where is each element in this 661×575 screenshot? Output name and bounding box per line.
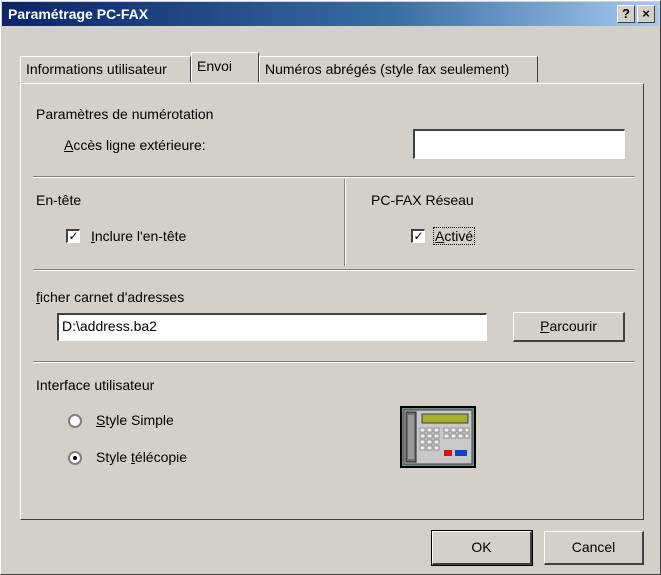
- style-fax-radio[interactable]: [68, 451, 82, 465]
- style-simple-label-text: tyle Simple: [105, 412, 174, 428]
- tab-user-info[interactable]: Informations utilisateur: [20, 56, 191, 82]
- tab-send[interactable]: Envoi: [191, 52, 259, 82]
- divider: [33, 361, 635, 363]
- network-active-checkbox[interactable]: ✓: [411, 229, 425, 243]
- style-simple-mnemonic: S: [96, 412, 106, 428]
- vertical-divider: [344, 179, 346, 266]
- browse-label-text: arcourir: [549, 318, 597, 334]
- radio-selected-dot: [73, 456, 77, 460]
- window-title: Paramétrage PC-FAX: [8, 6, 149, 22]
- network-section-label: PC-FAX Réseau: [371, 192, 474, 208]
- include-header-checkbox[interactable]: ✓: [66, 229, 80, 243]
- tab-speed-dial[interactable]: Numéros abrégés (style fax seulement): [259, 56, 538, 82]
- style-fax-label-text: élécopie: [134, 449, 188, 465]
- tab-panel-send: Paramètres de numérotation Accès ligne e…: [20, 83, 644, 520]
- checkmark-icon: ✓: [68, 229, 79, 243]
- divider: [33, 269, 635, 271]
- checkmark-icon: ✓: [413, 229, 424, 243]
- addressbook-label: ficher carnet d'adresses: [36, 289, 184, 305]
- addressbook-label-text: icher carnet d'adresses: [39, 289, 185, 305]
- style-fax-prefix: Style: [96, 449, 132, 465]
- cancel-button[interactable]: Cancel: [544, 531, 644, 565]
- include-header-label-text: nclure l'en-tête: [94, 228, 187, 244]
- ok-button[interactable]: OK: [431, 530, 533, 566]
- addressbook-file-input[interactable]: D:\address.ba2: [57, 313, 487, 341]
- dialing-section-label: Paramètres de numérotation: [36, 106, 214, 122]
- include-header-label: Inclure l'en-tête: [91, 228, 186, 244]
- tab-user-info-label: Informations utilisateur: [26, 61, 167, 77]
- tab-speed-dial-label: Numéros abrégés (style fax seulement): [265, 61, 510, 77]
- ui-section-label: Interface utilisateur: [36, 377, 155, 393]
- network-active-mnemonic: A: [435, 228, 445, 244]
- outside-line-mnemonic: A: [64, 137, 74, 153]
- close-button[interactable]: ×: [637, 5, 655, 23]
- fax-machine-icon: [400, 406, 476, 468]
- outside-line-label-text: ccès ligne extérieure:: [73, 137, 206, 153]
- tab-send-label: Envoi: [197, 58, 233, 74]
- style-fax-label: Style télécopie: [96, 449, 187, 465]
- style-simple-radio[interactable]: [68, 414, 82, 428]
- style-simple-label: Style Simple: [96, 412, 174, 428]
- outside-line-label: Accès ligne extérieure:: [64, 137, 206, 153]
- header-section-label: En-tête: [36, 192, 82, 208]
- outside-line-input[interactable]: [413, 129, 625, 159]
- title-bar[interactable]: Paramétrage PC-FAX ? ×: [2, 2, 659, 26]
- network-active-label-text: ctivé: [444, 228, 474, 244]
- divider: [33, 176, 635, 178]
- browse-button[interactable]: Parcourir: [513, 312, 625, 342]
- dialog-window: Paramétrage PC-FAX ? × Informations util…: [0, 0, 661, 575]
- network-active-label: Activé: [432, 227, 476, 245]
- help-button[interactable]: ?: [617, 5, 635, 23]
